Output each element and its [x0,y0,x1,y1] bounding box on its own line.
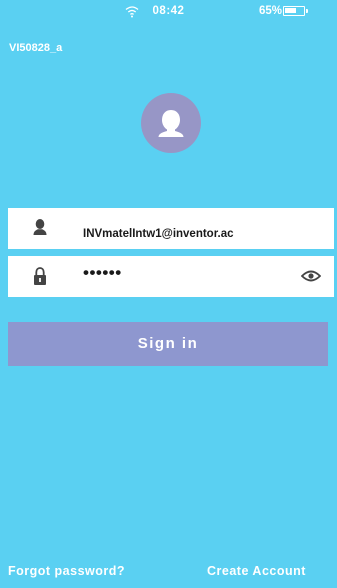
create-account-link[interactable]: Create Account [207,564,306,578]
status-bar: 08:42 65% [0,0,337,26]
battery-tip [305,9,308,13]
username-field[interactable]: INVmatelIntw1@inventor.ac [8,208,334,249]
forgot-password-link[interactable]: Forgot password? [8,564,125,578]
device-name: VI50828_a [9,42,63,54]
battery-icon [283,6,308,16]
battery-percent: 65% [259,5,283,17]
user-icon [33,219,47,235]
lock-icon [34,267,46,285]
user-avatar-icon [158,110,184,137]
eye-icon[interactable] [301,269,321,283]
password-value: •••••• [83,263,122,282]
sign-in-button[interactable]: Sign in [8,322,328,366]
avatar [141,93,201,153]
battery-fill [285,8,297,14]
password-field[interactable]: •••••• [8,256,334,297]
login-screen: 08:42 65% VI50828_a INVmatelIntw1@invent… [0,0,337,588]
username-value: INVmatelIntw1@inventor.ac [83,228,234,240]
